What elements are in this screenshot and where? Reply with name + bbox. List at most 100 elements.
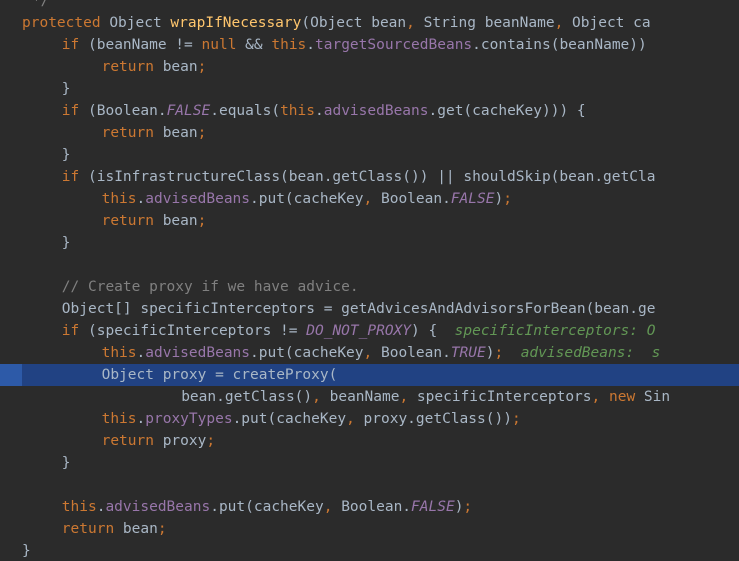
code-text: return bean; [102,122,207,144]
code-token: , [363,191,381,207]
code-token: .put(cacheKey [232,411,347,427]
code-token: , [591,389,609,405]
code-text: return bean; [102,210,207,232]
code-token: this [101,411,137,427]
code-token: ; [157,521,167,537]
code-text: return bean; [62,518,167,540]
gutter-marker [0,0,22,12]
code-token: ; [511,411,521,427]
gutter-marker [0,34,22,56]
code-token: (Boolean. [88,103,167,119]
code-token: advisedBeans [145,345,251,361]
gutter-marker [0,298,22,320]
code-token: if [61,37,88,53]
code-line[interactable] [0,254,739,276]
code-text: } [62,452,71,474]
code-token: . [136,345,146,361]
code-token: proxyTypes [145,411,233,427]
code-line[interactable]: if (specificInterceptors != DO_NOT_PROXY… [0,320,739,342]
code-line[interactable]: } [0,78,739,100]
code-token: && [245,37,272,53]
code-line[interactable]: if (beanName != null && this.targetSourc… [0,34,739,56]
code-text: Object[] specificInterceptors = getAdvic… [62,298,656,320]
code-token: ; [206,433,216,449]
code-token: .get(cacheKey))) { [428,103,586,119]
code-token: specificInterceptors: O [454,323,656,339]
code-token: FALSE [450,191,495,207]
code-token: , [554,15,573,31]
code-editor[interactable]: */ protected Object wrapIfNecessary(Objec… [0,0,739,561]
code-token: this [101,191,137,207]
code-line[interactable]: // Create proxy if we have advice. [0,276,739,298]
gutter-marker [0,452,22,474]
code-line[interactable]: this.advisedBeans.put(cacheKey, Boolean.… [0,496,739,518]
gutter-marker [0,496,22,518]
code-text: if (Boolean.FALSE.equals(this.advisedBea… [62,100,586,122]
code-line[interactable]: return proxy; [0,430,739,452]
gutter-marker [0,210,22,232]
gutter-marker [0,232,22,254]
code-line[interactable]: return bean; [0,518,739,540]
code-token: beanName [329,389,400,405]
code-line[interactable]: return bean; [0,122,739,144]
code-text: } [22,540,31,561]
code-text: // Create proxy if we have advice. [62,276,359,298]
gutter-marker [0,386,22,408]
code-token: Object [109,15,171,31]
code-token: proxy.getClass()) [363,411,512,427]
code-token: .equals( [210,103,281,119]
code-line[interactable]: } [0,144,739,166]
code-line[interactable]: } [0,232,739,254]
code-line[interactable]: return bean; [0,56,739,78]
code-token: return [101,213,163,229]
code-line[interactable]: return bean; [0,210,739,232]
code-token: (specificInterceptors != [88,323,307,339]
code-line[interactable]: if (isInfrastructureClass(bean.getClass(… [0,166,739,188]
code-token: this [101,345,137,361]
code-token: ; [197,213,207,229]
code-text: this.advisedBeans.put(cacheKey, Boolean.… [62,496,472,518]
code-line[interactable]: this.advisedBeans.put(cacheKey, Boolean.… [0,342,739,364]
code-token: . [136,411,146,427]
code-token: advisedBeans [105,499,211,515]
code-line[interactable]: bean.getClass(), beanName, specificInter… [0,386,739,408]
gutter-marker [0,430,22,452]
code-text: } [62,144,71,166]
code-token: this [61,499,97,515]
code-line[interactable]: */ [0,0,739,12]
code-token: return [101,125,163,141]
code-token: Object ca [572,15,651,31]
code-line[interactable]: this.advisedBeans.put(cacheKey, Boolean.… [0,188,739,210]
code-line[interactable]: protected Object wrapIfNecessary(Object … [0,12,739,34]
gutter-marker [0,408,22,430]
gutter-marker [0,320,22,342]
code-token: (isInfrastructureClass(bean.getClass()) … [88,169,656,185]
code-line[interactable] [0,474,739,496]
code-line[interactable]: if (Boolean.FALSE.equals(this.advisedBea… [0,100,739,122]
code-token: , [399,389,417,405]
gutter-marker [0,276,22,298]
code-text: return bean; [102,56,207,78]
code-token: FALSE [411,499,455,515]
code-token: this [271,37,307,53]
code-token: // Create proxy if we have advice. [61,279,359,295]
code-text: this.proxyTypes.put(cacheKey, proxy.getC… [102,408,521,430]
code-token: , [363,345,381,361]
code-token: .put(cacheKey [250,345,364,361]
code-line-current[interactable]: Object proxy = createProxy( [0,364,739,386]
code-token: Boolean. [380,191,451,207]
gutter-marker [0,144,22,166]
code-text: this.advisedBeans.put(cacheKey, Boolean.… [102,188,512,210]
code-line[interactable]: this.proxyTypes.put(cacheKey, proxy.getC… [0,408,739,430]
code-line[interactable]: } [0,540,739,561]
gutter-marker [0,188,22,210]
code-token: .contains(beanName)) [472,37,647,53]
code-text: } [62,78,71,100]
code-token: DO_NOT_PROXY [306,323,412,339]
code-token: return [61,521,123,537]
code-line[interactable]: Object[] specificInterceptors = getAdvic… [0,298,739,320]
gutter-marker [0,12,22,34]
code-line[interactable]: } [0,452,739,474]
code-token: proxy [162,433,207,449]
gutter-marker [0,122,22,144]
